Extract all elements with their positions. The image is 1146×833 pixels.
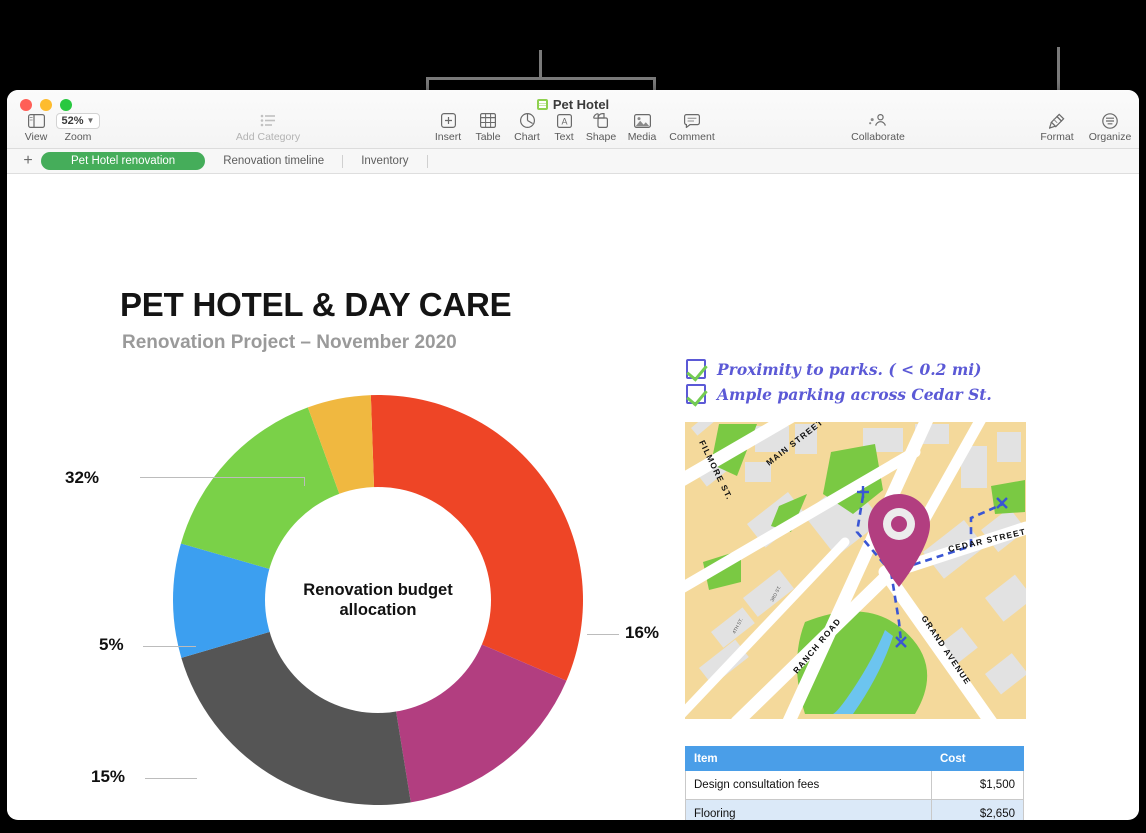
toolbar-insert-label: Insert [434, 131, 462, 143]
checklist-item-proximity: Proximity to parks. ( < 0.2 mi) [686, 359, 992, 379]
sheet-tab-bar: + Pet Hotel renovation Renovation timeli… [7, 149, 1139, 174]
category-list-icon [260, 112, 276, 129]
insert-icon [440, 112, 456, 129]
table-header-row: Item Cost [685, 746, 1024, 771]
add-sheet-button[interactable]: + [15, 153, 41, 169]
sheet-canvas[interactable]: PET HOTEL & DAY CARE Renovation Project … [7, 174, 1139, 820]
sheet-tab-inventory[interactable]: Inventory [343, 152, 426, 170]
chart-value-label-32: 32% [65, 468, 100, 487]
cell-item[interactable]: Flooring [685, 799, 932, 820]
toolbar-organize-button[interactable]: Organize [1081, 112, 1139, 143]
toolbar: Pet Hotel View 52% ▼ Zoom Add Category I… [7, 90, 1139, 149]
callout-bracket-stem [539, 50, 542, 78]
document-icon [536, 99, 548, 110]
toolbar-collaborate-button[interactable]: Collaborate [842, 112, 914, 143]
page-title: PET HOTEL & DAY CARE [120, 286, 512, 323]
cell-cost[interactable]: $2,650 [931, 799, 1024, 820]
toolbar-add-category-label: Add Category [235, 131, 301, 143]
toolbar-collaborate-label: Collaborate [851, 131, 905, 143]
toolbar-text-label: Text [554, 131, 574, 143]
sidebar-view-icon [27, 112, 45, 129]
leader-line-16 [587, 634, 619, 635]
toolbar-table-label: Table [475, 131, 501, 143]
toolbar-format-label: Format [1040, 131, 1074, 143]
map-svg: FILMORE ST. MAIN STREET CEDAR STREET GRA… [685, 422, 1026, 719]
checklist-item-parking: Ample parking across Cedar St. [686, 384, 992, 404]
paintbrush-icon [1049, 112, 1065, 129]
cost-table[interactable]: Item Cost Design consultation fees $1,50… [685, 746, 1024, 820]
checkbox-checked-icon [686, 384, 706, 404]
collaborate-icon [869, 112, 887, 129]
leader-line-5 [143, 646, 196, 647]
map-image[interactable]: FILMORE ST. MAIN STREET CEDAR STREET GRA… [685, 422, 1026, 719]
checklist-label: Proximity to parks. ( < 0.2 mi) [717, 359, 982, 379]
cell-item[interactable]: Design consultation fees [685, 770, 932, 800]
table-icon [480, 112, 496, 129]
svg-text:A: A [561, 116, 567, 126]
document-title-bar: Pet Hotel [7, 97, 1139, 112]
comment-bubble-icon [684, 112, 700, 129]
leader-line-32 [140, 477, 305, 478]
toolbar-add-category-button[interactable]: Add Category [232, 112, 304, 143]
chevron-down-icon: ▼ [86, 116, 95, 125]
chart-value-label-16: 16% [625, 623, 660, 642]
column-header-item: Item [685, 746, 932, 771]
cell-cost[interactable]: $1,500 [931, 770, 1024, 800]
screenshot-stage: Pet Hotel View 52% ▼ Zoom Add Category I… [0, 0, 1146, 833]
leader-line-15 [145, 778, 197, 779]
text-box-icon: A [556, 112, 572, 129]
toolbar-comment-button[interactable]: Comment [657, 112, 727, 143]
tab-divider [426, 154, 428, 168]
column-header-cost: Cost [931, 746, 1024, 771]
app-window: Pet Hotel View 52% ▼ Zoom Add Category I… [7, 90, 1139, 820]
chart-value-label-15: 15% [91, 767, 126, 786]
checklist-label: Ample parking across Cedar St. [717, 384, 992, 404]
chart-value-label-5: 5% [99, 635, 124, 654]
organize-icon [1102, 112, 1118, 129]
checkbox-checked-icon [686, 359, 706, 379]
media-image-icon [633, 112, 651, 129]
pie-chart-icon [519, 112, 535, 129]
zoom-value: 52% [61, 114, 84, 127]
toolbar-view-label: View [24, 131, 48, 143]
document-title: Pet Hotel [552, 97, 610, 112]
toolbar-zoom-control[interactable]: 52% ▼ Zoom [47, 112, 109, 143]
page-subtitle: Renovation Project – November 2020 [122, 332, 457, 353]
toolbar-organize-label: Organize [1088, 131, 1132, 143]
donut-chart[interactable]: Renovation budget allocation [172, 394, 584, 806]
zoom-value-pill[interactable]: 52% ▼ [55, 112, 101, 129]
toolbar-zoom-label: Zoom [64, 131, 92, 143]
donut-chart-svg [173, 395, 583, 805]
leader-tick-32 [304, 477, 305, 486]
shape-icon [593, 112, 609, 129]
table-row[interactable]: Flooring $2,650 [685, 799, 1024, 820]
ink-checklist: Proximity to parks. ( < 0.2 mi) Ample pa… [686, 359, 992, 404]
table-row[interactable]: Design consultation fees $1,500 [685, 770, 1024, 800]
toolbar-media-label: Media [627, 131, 657, 143]
toolbar-format-button[interactable]: Format [1028, 112, 1086, 143]
sheet-tab-renovation-timeline[interactable]: Renovation timeline [205, 152, 342, 170]
toolbar-comment-label: Comment [669, 131, 715, 143]
sheet-tab-pet-hotel-renovation[interactable]: Pet Hotel renovation [41, 152, 206, 170]
toolbar-shape-label: Shape [585, 131, 617, 143]
